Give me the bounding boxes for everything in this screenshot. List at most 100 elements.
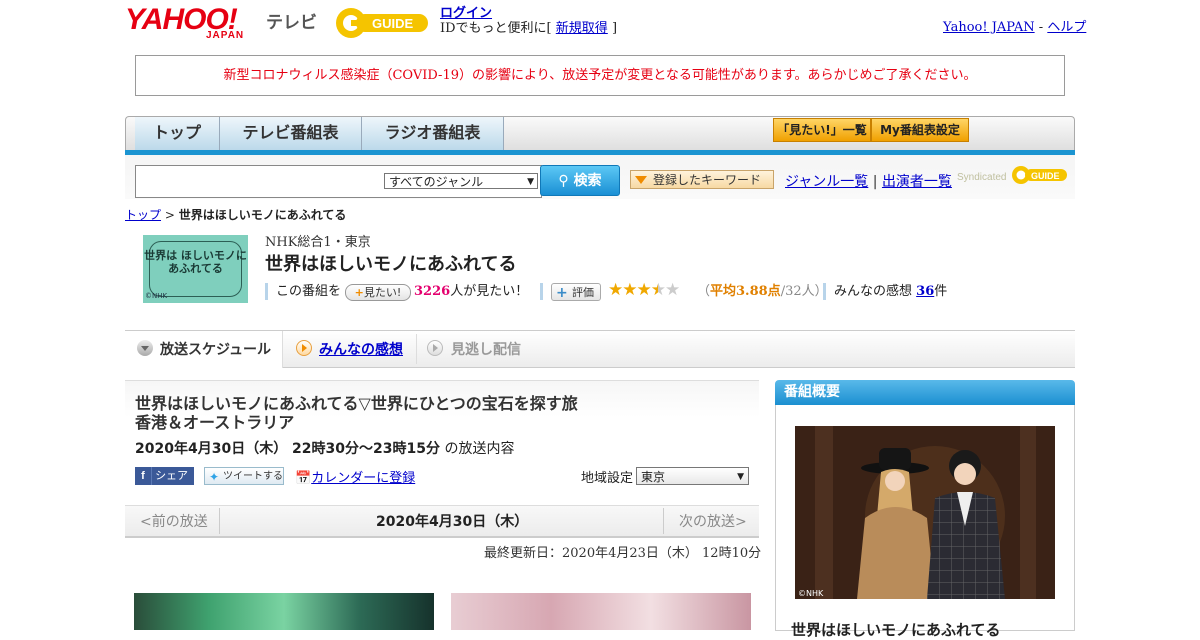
mitai-count-text: 3226人が見たい！ — [414, 284, 528, 300]
registered-keyword-label: 登録したキーワード — [653, 173, 762, 187]
tv-label: テレビ — [266, 13, 317, 33]
rating-average-value: 平均3.88点 — [710, 284, 781, 299]
rating-stars: ★★★★★ — [608, 280, 680, 300]
mitai-button[interactable]: +見たい! — [345, 284, 411, 301]
search-button-label: 検索 — [573, 173, 602, 189]
rating-button[interactable]: + 評価 — [551, 283, 601, 301]
top-right-links: Yahoo! JAPAN - ヘルプ — [943, 16, 1086, 35]
nav-tab-tv[interactable]: テレビ番組表 — [220, 117, 362, 150]
id-close-bracket: ] — [611, 21, 618, 36]
genre-list-link[interactable]: ジャンル一覧 — [785, 174, 868, 190]
syndicated-label: Syndicated — [957, 172, 1007, 183]
plus-icon: + — [354, 286, 364, 299]
dropdown-arrow-icon: ▼ — [527, 177, 534, 187]
login-box: ログイン IDでもっと便利に[ 新規取得 ] — [440, 6, 617, 36]
gguide-logo-text: GUIDE — [372, 16, 414, 31]
stat-divider — [540, 283, 543, 300]
prev-broadcast-link[interactable]: <前の放送 — [140, 511, 208, 531]
facebook-share-button[interactable]: f シェア — [135, 467, 194, 485]
stat-divider — [823, 283, 826, 300]
region-select-value: 東京 — [641, 470, 666, 484]
tab-reviews[interactable]: みんなの感想 — [319, 339, 403, 359]
reviews-label: みんなの感想 — [834, 284, 913, 299]
nav-tab-top[interactable]: トップ — [135, 117, 220, 150]
tab-catchup: 見逃し配信 — [451, 342, 521, 358]
last-updated: 最終更新日：2020年4月23日（木） 12時10分 — [484, 546, 762, 561]
mitai-suffix: 人が見たい！ — [450, 284, 529, 299]
yahoo-japan-link[interactable]: Yahoo! JAPAN — [943, 20, 1035, 35]
search-icon: ⚲ — [558, 173, 569, 189]
program-photo-credit: ©NHK — [798, 589, 824, 598]
rating-average: （平均3.88点/32人） — [697, 284, 828, 300]
top-links-separator: - — [1038, 20, 1044, 35]
rating-button-label: 評価 — [572, 286, 594, 299]
gguide-logo[interactable]: GUIDE — [334, 6, 432, 40]
pager-current-date: 2020年4月30日（木） — [376, 514, 529, 530]
tweet-label: ツイートする — [223, 471, 283, 482]
breadcrumb-separator: > — [164, 208, 175, 222]
program-title: 世界はほしいモノにあふれてる — [265, 254, 517, 275]
mitai-list-button[interactable]: 「見たい!」一覧 — [773, 118, 871, 142]
play-shape — [302, 344, 307, 352]
reviews-count-link[interactable]: 36 — [916, 284, 934, 299]
syndicated-gguide-logo: GUIDE — [1012, 166, 1067, 184]
pager-divider — [663, 508, 664, 534]
calendar-icon: 📅 — [295, 471, 312, 486]
covid-notice: 新型コロナウィルス感染症（COVID-19）の影響により、放送予定が変更となる可… — [135, 55, 1065, 96]
my-schedule-settings-button[interactable]: My番組表設定 — [871, 118, 969, 142]
yahoo-japan-sublogo: JAPAN — [206, 30, 245, 41]
play-icon — [427, 340, 443, 356]
channel-name: NHK総合1・東京 — [265, 235, 371, 250]
search-button[interactable]: ⚲ 検索 — [540, 165, 620, 196]
pager-divider — [219, 508, 220, 534]
thumbnail-logo-text: 世界は ほしいモノに あふれてる — [144, 249, 247, 275]
program-thumbnail: 世界は ほしいモノに あふれてる ©NHK — [143, 235, 248, 303]
program-overview-header: 番組概要 — [775, 380, 1075, 405]
thumbnail-credit: ©NHK — [145, 292, 168, 300]
performer-list-link[interactable]: 出演者一覧 — [882, 174, 952, 190]
reviews-summary: みんなの感想 36件 — [834, 284, 947, 300]
episode-photo-opal — [134, 593, 434, 630]
next-broadcast-link[interactable]: 次の放送> — [679, 511, 747, 531]
breadcrumb-top-link[interactable]: トップ — [125, 208, 161, 222]
star-empty-icon: ★ — [664, 280, 680, 300]
calendar-register[interactable]: 📅カレンダーに登録 — [295, 467, 415, 486]
genre-select[interactable]: すべてのジャンル ▼ — [384, 173, 538, 189]
help-link[interactable]: ヘルプ — [1047, 20, 1086, 35]
episode-date-suffix: の放送内容 — [440, 441, 515, 457]
episode-datetime: 2020年4月30日（木） 22時30分～23時15分 — [135, 441, 440, 457]
star-half-icon: ★ — [650, 280, 666, 300]
tab-divider — [416, 334, 417, 364]
triangle-down-icon — [635, 176, 647, 184]
mitai-count: 3226 — [414, 284, 451, 299]
star-icon: ★★★ — [608, 280, 652, 300]
tweet-button[interactable]: ✦ ツイートする — [204, 467, 284, 485]
login-link[interactable]: ログイン — [440, 6, 492, 21]
breadcrumb: トップ > 世界はほしいモノにあふれてる — [125, 206, 346, 223]
registered-keyword-button[interactable]: 登録したキーワード — [630, 170, 774, 189]
play-icon — [296, 340, 312, 356]
episode-date: 2020年4月30日（木） 22時30分～23時15分 の放送内容 — [135, 438, 514, 458]
tab-schedule[interactable]: 放送スケジュール — [160, 339, 271, 359]
search-links: ジャンル一覧 | 出演者一覧 — [785, 171, 952, 191]
chevron-down-shape — [141, 346, 149, 351]
region-select[interactable]: 東京 ▼ — [636, 467, 749, 485]
calendar-link[interactable]: カレンダーに登録 — [311, 471, 415, 486]
rating-votes: /32人） — [780, 284, 828, 299]
facebook-icon: f — [135, 467, 152, 485]
chevron-down-icon — [137, 340, 153, 356]
program-photo: ©NHK — [795, 426, 1055, 599]
id-benefit-text: IDでもっと便利に[ — [440, 21, 552, 36]
nav-tab-radio[interactable]: ラジオ番組表 — [362, 117, 504, 150]
reviews-suffix: 件 — [934, 284, 948, 299]
this-program-label: この番組を — [276, 284, 342, 299]
syndicated-gguide-text: GUIDE — [1031, 171, 1060, 181]
facebook-share-label: シェア — [155, 470, 189, 482]
signup-link[interactable]: 新規取得 — [556, 21, 608, 36]
breadcrumb-current: 世界はほしいモノにあふれてる — [178, 208, 347, 222]
episode-photo-jewelry — [451, 593, 751, 630]
search-links-divider: | — [872, 174, 878, 190]
plus-icon: + — [556, 285, 568, 301]
genre-select-value: すべてのジャンル — [389, 175, 484, 189]
episode-title: 世界はほしいモノにあふれてる▽世界にひとつの宝石を探す旅 香港＆オーストラリア — [135, 394, 594, 432]
